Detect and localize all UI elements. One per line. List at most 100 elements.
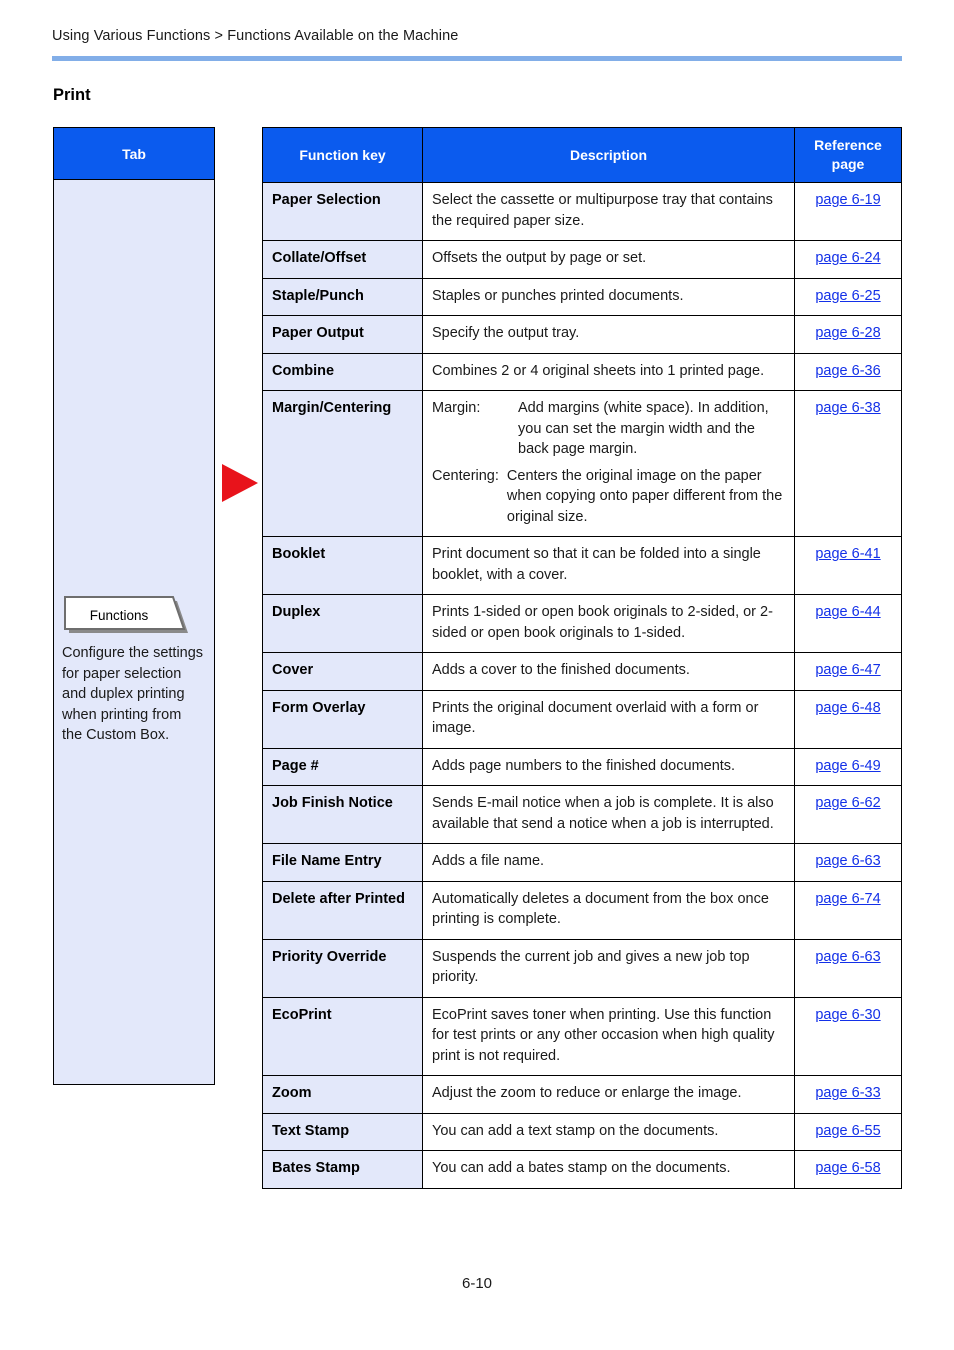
description-cell: You can add a text stamp on the document… — [422, 1112, 795, 1151]
table-row: Paper Output Specify the output tray. page… — [262, 315, 902, 354]
reference-page-cell: page 6-24 — [794, 240, 902, 279]
reference-page-cell: page 6-38 — [794, 390, 902, 537]
reference-page-cell: page 6-36 — [794, 352, 902, 391]
reference-page-cell: page 6-33 — [794, 1075, 902, 1114]
description-cell: Adjust the zoom to reduce or enlarge the… — [422, 1075, 795, 1114]
table-row: Text Stamp You can add a text stamp on th… — [262, 1112, 902, 1151]
description-cell: Print document so that it can be folded … — [422, 536, 795, 595]
reference-page-link[interactable]: page 6-30 — [815, 1007, 880, 1023]
table-row: Margin/Centering Margin: Add margins (whit… — [262, 390, 902, 537]
function-key-cell: Priority Override — [262, 938, 423, 998]
description-cell: You can add a bates stamp on the documen… — [422, 1150, 795, 1189]
reference-page-link[interactable]: page 6-19 — [815, 192, 880, 208]
description-sub-text: Centers the original image on the paper … — [506, 467, 783, 525]
function-key-cell: Cover — [262, 652, 423, 691]
function-key-cell: Combine — [262, 352, 423, 391]
red-arrow-icon — [220, 462, 260, 504]
description-cell: Automatically deletes a document from th… — [422, 880, 795, 940]
table-row: Collate/Offset Offsets the output by page… — [262, 240, 902, 279]
description-cell: Prints 1-sided or open book originals to… — [422, 594, 795, 653]
table-row: Page # Adds page numbers to the finished … — [262, 747, 902, 786]
column-header-reference-page: Reference page — [794, 127, 902, 183]
reference-page-link[interactable]: page 6-58 — [815, 1160, 880, 1176]
description-sub-label: Centering: — [432, 467, 499, 484]
function-key-cell: Job Finish Notice — [262, 785, 423, 844]
function-key-cell: Text Stamp — [262, 1112, 423, 1151]
description-cell: Offsets the output by page or set. — [422, 240, 795, 279]
table-row: Paper Selection Select the cassette or mu… — [262, 182, 902, 241]
function-key-cell: File Name Entry — [262, 843, 423, 882]
reference-page-link[interactable]: page 6-63 — [815, 853, 880, 869]
description-cell: Specify the output tray. — [422, 315, 795, 354]
description-sub-row: Centering: Centers the original image on … — [432, 466, 785, 528]
reference-page-link[interactable]: page 6-38 — [815, 400, 880, 416]
description-sub-text: Add margins (white space). In addition, … — [518, 400, 769, 457]
functions-callout: Functions — [63, 595, 188, 635]
description-cell: Adds a cover to the finished documents. — [422, 652, 795, 691]
reference-page-cell: page 6-74 — [794, 880, 902, 940]
description-cell: Prints the original document overlaid wi… — [422, 689, 795, 749]
description-sub-label: Margin: — [432, 400, 481, 416]
description-cell: Adds a file name. — [422, 843, 795, 882]
reference-page-link[interactable]: page 6-33 — [815, 1085, 880, 1101]
reference-page-cell: page 6-58 — [794, 1150, 902, 1189]
reference-page-cell: page 6-44 — [794, 594, 902, 653]
header-divider — [52, 56, 902, 61]
function-key-cell: Delete after Printed — [262, 880, 423, 940]
description-cell: Select the cassette or multipurpose tray… — [422, 182, 795, 241]
description-cell: EcoPrint saves toner when printing. Use … — [422, 996, 795, 1076]
description-cell: Margin: Add margins (white space). In add… — [422, 390, 795, 537]
table-row: Delete after Printed Automatically delete… — [262, 880, 902, 940]
reference-page-cell: page 6-55 — [794, 1112, 902, 1151]
reference-page-link[interactable]: page 6-25 — [815, 288, 880, 304]
functions-table-body: Paper Selection Select the cassette or mu… — [262, 182, 902, 1189]
reference-page-link[interactable]: page 6-49 — [815, 758, 880, 774]
reference-page-link[interactable]: page 6-24 — [815, 250, 880, 266]
table-row: Staple/Punch Staples or punches printed d… — [262, 277, 902, 316]
description-cell: Staples or punches printed documents. — [422, 277, 795, 316]
table-row: Cover Adds a cover to the finished docume… — [262, 652, 902, 691]
reference-page-link[interactable]: page 6-63 — [815, 949, 880, 965]
description-cell: Suspends the current job and gives a new… — [422, 938, 795, 998]
function-key-cell: Booklet — [262, 536, 423, 595]
table-row: Bates Stamp You can add a bates stamp on … — [262, 1150, 902, 1189]
reference-page-link[interactable]: page 6-47 — [815, 662, 880, 678]
reference-page-cell: page 6-63 — [794, 938, 902, 998]
reference-page-cell: page 6-28 — [794, 315, 902, 354]
functions-table: Function key Description Reference page … — [262, 127, 902, 1189]
table-row: Booklet Print document so that it can be … — [262, 536, 902, 595]
function-key-cell: Margin/Centering — [262, 390, 423, 537]
functions-callout-label: Functions — [89, 607, 149, 623]
function-key-cell: Zoom — [262, 1075, 423, 1114]
tab-column: Tab Functions Configure the settings for… — [53, 127, 215, 1085]
reference-page-cell: page 6-30 — [794, 996, 902, 1076]
reference-page-cell: page 6-41 — [794, 536, 902, 595]
reference-page-link[interactable]: page 6-74 — [815, 891, 880, 907]
reference-page-link[interactable]: page 6-28 — [815, 325, 880, 341]
reference-page-link[interactable]: page 6-62 — [815, 795, 880, 811]
table-row: Duplex Prints 1-sided or open book origin… — [262, 594, 902, 653]
reference-page-link[interactable]: page 6-36 — [815, 363, 880, 379]
tab-column-header: Tab — [54, 128, 214, 180]
reference-page-cell: page 6-63 — [794, 843, 902, 882]
description-cell: Adds page numbers to the finished docume… — [422, 747, 795, 786]
reference-page-link[interactable]: page 6-44 — [815, 604, 880, 620]
function-key-cell: Duplex — [262, 594, 423, 653]
description-cell: Sends E-mail notice when a job is comple… — [422, 785, 795, 844]
table-row: Job Finish Notice Sends E-mail notice whe… — [262, 785, 902, 844]
reference-page-link[interactable]: page 6-48 — [815, 700, 880, 716]
reference-page-cell: page 6-25 — [794, 277, 902, 316]
reference-page-link[interactable]: page 6-55 — [815, 1123, 880, 1139]
function-key-cell: Form Overlay — [262, 689, 423, 749]
description-sub-row: Margin: Add margins (white space). In add… — [432, 398, 785, 460]
table-row: Priority Override Suspends the current jo… — [262, 938, 902, 998]
column-header-description: Description — [422, 127, 795, 183]
function-key-cell: EcoPrint — [262, 996, 423, 1076]
tab-column-body: Functions Configure the settings for pap… — [54, 180, 214, 1084]
reference-page-link[interactable]: page 6-41 — [815, 546, 880, 562]
function-key-cell: Staple/Punch — [262, 277, 423, 316]
function-key-cell: Collate/Offset — [262, 240, 423, 279]
reference-page-cell: page 6-47 — [794, 652, 902, 691]
reference-page-cell: page 6-48 — [794, 689, 902, 749]
function-key-cell: Page # — [262, 747, 423, 786]
